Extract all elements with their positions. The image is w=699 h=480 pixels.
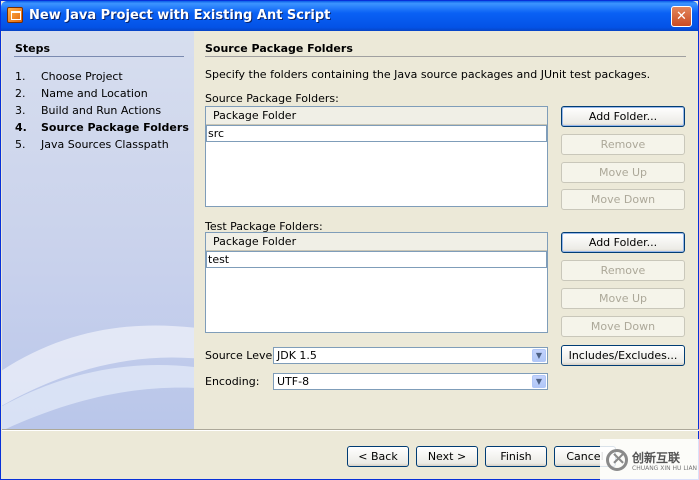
source-folders-table[interactable]: Package Folder src: [205, 106, 548, 207]
move-up-source-button[interactable]: Move Up: [561, 162, 685, 183]
table-row[interactable]: src: [206, 125, 547, 142]
move-up-test-button[interactable]: Move Up: [561, 288, 685, 309]
finish-button[interactable]: Finish: [485, 446, 547, 467]
steps-divider: [14, 56, 184, 57]
close-button[interactable]: ✕: [671, 6, 692, 27]
table-row[interactable]: test: [206, 251, 547, 268]
remove-source-folder-button[interactable]: Remove: [561, 134, 685, 155]
wizard-window: New Java Project with Existing Ant Scrip…: [0, 0, 699, 480]
step-item: 5. Java Sources Classpath: [15, 138, 169, 151]
encoding-value: UTF-8: [277, 375, 310, 388]
chevron-down-icon[interactable]: ▼: [532, 349, 546, 362]
encoding-label: Encoding:: [205, 375, 260, 388]
source-folders-label: Source Package Folders:: [205, 92, 339, 105]
remove-test-folder-button[interactable]: Remove: [561, 260, 685, 281]
step-item: 3. Build and Run Actions: [15, 104, 162, 117]
window-title: New Java Project with Existing Ant Scrip…: [29, 8, 331, 23]
content-pane: Source Package Folders Specify the folde…: [194, 31, 698, 429]
source-level-select[interactable]: JDK 1.5 ▼: [273, 347, 548, 364]
title-bar[interactable]: New Java Project with Existing Ant Scrip…: [1, 1, 698, 31]
panel-title: Source Package Folders: [205, 42, 353, 55]
app-icon: [7, 7, 23, 23]
steps-pane: Steps 1. Choose Project 2. Name and Locati…: [2, 31, 194, 429]
step-item: 1. Choose Project: [15, 70, 123, 83]
test-folders-table[interactable]: Package Folder test: [205, 232, 548, 333]
back-button[interactable]: < Back: [347, 446, 409, 467]
footer-divider: [2, 429, 699, 431]
watermark: 创新互联 CHUANG XIN HU LIAN: [600, 439, 699, 480]
step-item-current: 4. Source Package Folders: [15, 121, 189, 134]
decorative-swoosh: [2, 325, 194, 429]
add-test-folder-button[interactable]: Add Folder...: [561, 232, 685, 253]
watermark-text: 创新互联: [632, 451, 681, 465]
steps-title: Steps: [15, 42, 51, 55]
includes-excludes-button[interactable]: Includes/Excludes...: [561, 345, 685, 366]
panel-divider: [205, 56, 686, 57]
watermark-logo-icon: [606, 448, 628, 471]
step-item: 2. Name and Location: [15, 87, 148, 100]
watermark-subtext: CHUANG XIN HU LIAN: [632, 465, 698, 472]
steps-list: 1. Choose Project 2. Name and Location 3. B…: [15, 68, 189, 153]
next-button[interactable]: Next >: [416, 446, 478, 467]
move-down-test-button[interactable]: Move Down: [561, 316, 685, 337]
move-down-source-button[interactable]: Move Down: [561, 189, 685, 210]
source-level-value: JDK 1.5: [277, 349, 317, 362]
add-source-folder-button[interactable]: Add Folder...: [561, 106, 685, 127]
chevron-down-icon[interactable]: ▼: [532, 375, 546, 388]
column-header[interactable]: Package Folder: [206, 107, 547, 125]
panel-description: Specify the folders containing the Java …: [205, 68, 651, 81]
column-header[interactable]: Package Folder: [206, 233, 547, 251]
source-level-label: Source Level:: [205, 349, 280, 362]
encoding-select[interactable]: UTF-8 ▼: [273, 373, 548, 390]
